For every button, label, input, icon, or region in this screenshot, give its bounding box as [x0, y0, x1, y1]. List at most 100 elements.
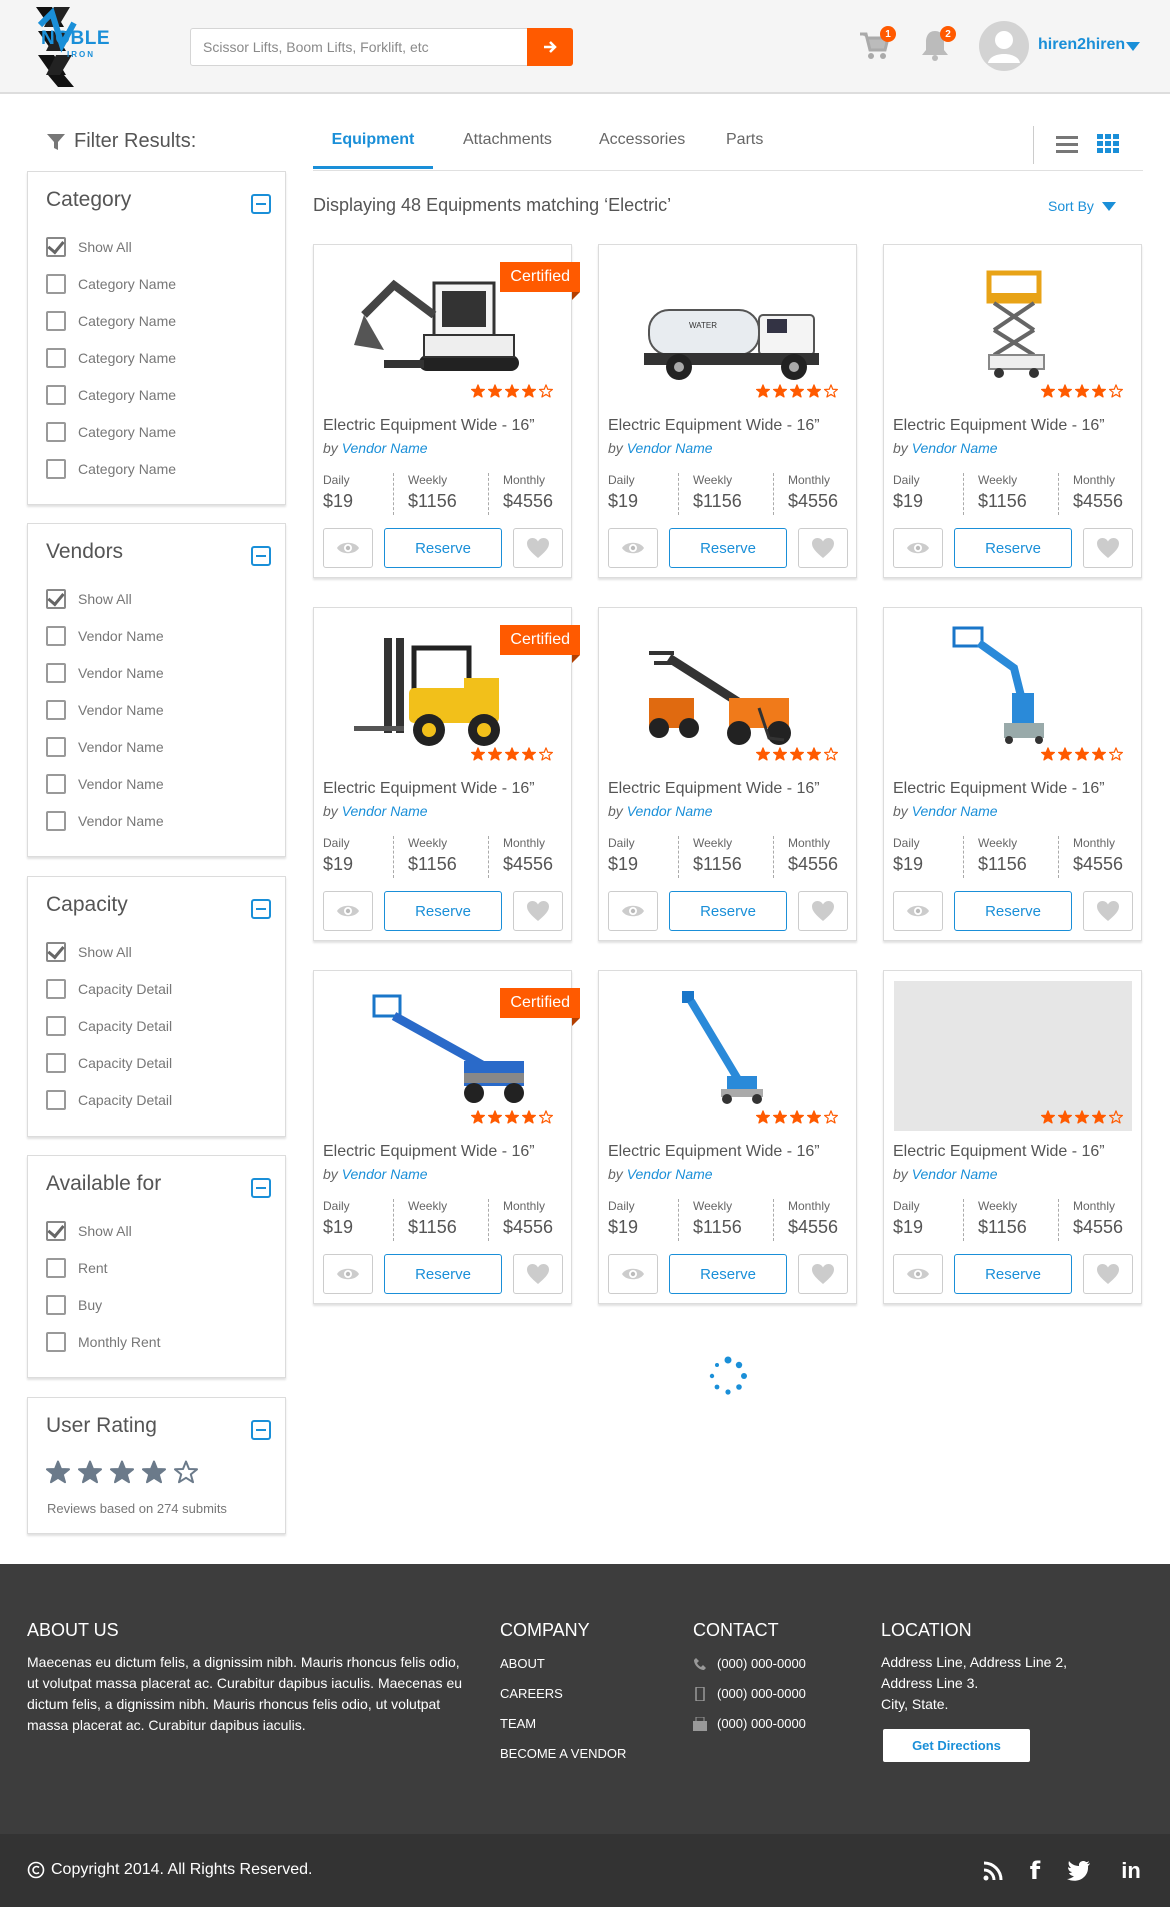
reserve-button[interactable]: Reserve — [384, 528, 502, 568]
checkbox[interactable] — [46, 979, 66, 999]
equipment-title[interactable]: Electric Equipment Wide - 16” — [323, 417, 535, 435]
vendor-link[interactable]: Vendor Name — [342, 803, 428, 819]
equipment-title[interactable]: Electric Equipment Wide - 16” — [608, 1143, 820, 1161]
checkbox[interactable] — [46, 663, 66, 683]
checkbox[interactable] — [46, 700, 66, 720]
filter-option[interactable]: Show All — [46, 1220, 132, 1242]
facebook-icon[interactable]: f — [1020, 1856, 1050, 1886]
equipment-card[interactable]: Certified Electric Equipment Wide - 16” by… — [313, 607, 580, 941]
equipment-image[interactable] — [894, 981, 1132, 1131]
list-view-icon[interactable] — [1056, 134, 1078, 154]
equipment-title[interactable]: Electric Equipment Wide - 16” — [323, 1143, 535, 1161]
favorite-button[interactable] — [1083, 891, 1133, 931]
filter-option[interactable]: Category Name — [46, 458, 176, 480]
filter-option[interactable]: Category Name — [46, 310, 176, 332]
equipment-card[interactable]: Certified Electric Equipment Wide - 16” by… — [313, 970, 580, 1304]
cart-button[interactable]: 1 — [858, 26, 898, 68]
equipment-image[interactable]: WATER — [609, 255, 847, 405]
vendor-link[interactable]: Vendor Name — [627, 440, 713, 456]
favorite-button[interactable] — [513, 891, 563, 931]
vendor-link[interactable]: Vendor Name — [912, 803, 998, 819]
reserve-button[interactable]: Reserve — [669, 528, 787, 568]
linkedin-icon[interactable]: in — [1116, 1856, 1146, 1886]
checkbox[interactable] — [46, 1053, 66, 1073]
twitter-icon[interactable] — [1064, 1856, 1094, 1886]
footer-link-become-vendor[interactable]: BECOME A VENDOR — [500, 1746, 626, 1761]
footer-link-careers[interactable]: CAREERS — [500, 1686, 563, 1701]
collapse-toggle-icon[interactable] — [251, 899, 271, 919]
filter-option[interactable]: Capacity Detail — [46, 1089, 172, 1111]
equipment-card[interactable]: Certified Electric Equipment Wide - 16” by… — [313, 244, 580, 578]
avatar[interactable] — [979, 21, 1029, 71]
tab-attachments[interactable]: Attachments — [463, 131, 552, 166]
quick-view-button[interactable] — [323, 891, 373, 931]
checkbox[interactable] — [46, 459, 66, 479]
username-label[interactable]: hiren2hiren — [1038, 36, 1125, 54]
checkbox[interactable] — [46, 274, 66, 294]
filter-option[interactable]: Vendor Name — [46, 662, 164, 684]
checkbox[interactable] — [46, 774, 66, 794]
favorite-button[interactable] — [513, 528, 563, 568]
checkbox[interactable] — [46, 811, 66, 831]
checkbox[interactable] — [46, 385, 66, 405]
filter-option[interactable]: Vendor Name — [46, 625, 164, 647]
equipment-title[interactable]: Electric Equipment Wide - 16” — [893, 780, 1105, 798]
favorite-button[interactable] — [798, 528, 848, 568]
checkbox[interactable] — [46, 422, 66, 442]
reserve-button[interactable]: Reserve — [669, 1254, 787, 1294]
checkbox[interactable] — [46, 311, 66, 331]
vendor-link[interactable]: Vendor Name — [627, 803, 713, 819]
footer-link-team[interactable]: TEAM — [500, 1716, 536, 1731]
reserve-button[interactable]: Reserve — [384, 891, 502, 931]
vendor-link[interactable]: Vendor Name — [627, 1166, 713, 1182]
vendor-link[interactable]: Vendor Name — [912, 1166, 998, 1182]
equipment-card[interactable]: Electric Equipment Wide - 16” by Vendor N… — [598, 970, 857, 1304]
get-directions-button[interactable]: Get Directions — [883, 1729, 1030, 1762]
equipment-card[interactable]: Electric Equipment Wide - 16” by Vendor N… — [883, 607, 1142, 941]
checkbox[interactable] — [46, 942, 66, 962]
footer-link-about[interactable]: ABOUT — [500, 1656, 545, 1671]
filter-option[interactable]: Rent — [46, 1257, 108, 1279]
tab-parts[interactable]: Parts — [726, 131, 763, 166]
equipment-image[interactable] — [609, 981, 847, 1131]
quick-view-button[interactable] — [893, 528, 943, 568]
checkbox[interactable] — [46, 348, 66, 368]
checkbox[interactable] — [46, 1258, 66, 1278]
notifications-button[interactable]: 2 — [918, 26, 958, 68]
checkbox[interactable] — [46, 237, 66, 257]
rating-filter-stars[interactable] — [46, 1460, 198, 1484]
quick-view-button[interactable] — [608, 891, 658, 931]
filter-option[interactable]: Buy — [46, 1294, 102, 1316]
favorite-button[interactable] — [798, 1254, 848, 1294]
collapse-toggle-icon[interactable] — [251, 194, 271, 214]
vendor-link[interactable]: Vendor Name — [912, 440, 998, 456]
grid-view-icon[interactable] — [1097, 134, 1119, 154]
checkbox[interactable] — [46, 1016, 66, 1036]
collapse-toggle-icon[interactable] — [251, 1420, 271, 1440]
equipment-image[interactable] — [894, 618, 1132, 768]
tab-equipment[interactable]: Equipment — [313, 131, 433, 169]
equipment-card[interactable]: Electric Equipment Wide - 16” by Vendor N… — [883, 970, 1142, 1304]
filter-option[interactable]: Vendor Name — [46, 699, 164, 721]
equipment-title[interactable]: Electric Equipment Wide - 16” — [323, 780, 535, 798]
reserve-button[interactable]: Reserve — [954, 528, 1072, 568]
equipment-card[interactable]: Electric Equipment Wide - 16” by Vendor N… — [883, 244, 1142, 578]
filter-option[interactable]: Category Name — [46, 347, 176, 369]
equipment-title[interactable]: Electric Equipment Wide - 16” — [893, 1143, 1105, 1161]
sort-by-dropdown[interactable]: Sort By — [1048, 198, 1116, 214]
quick-view-button[interactable] — [893, 1254, 943, 1294]
filter-option[interactable]: Category Name — [46, 273, 176, 295]
equipment-title[interactable]: Electric Equipment Wide - 16” — [608, 780, 820, 798]
checkbox[interactable] — [46, 626, 66, 646]
filter-option[interactable]: Show All — [46, 941, 132, 963]
checkbox[interactable] — [46, 737, 66, 757]
reserve-button[interactable]: Reserve — [954, 891, 1072, 931]
filter-option[interactable]: Show All — [46, 236, 132, 258]
filter-option[interactable]: Vendor Name — [46, 736, 164, 758]
checkbox[interactable] — [46, 1332, 66, 1352]
filter-option[interactable]: Category Name — [46, 421, 176, 443]
favorite-button[interactable] — [798, 891, 848, 931]
equipment-title[interactable]: Electric Equipment Wide - 16” — [893, 417, 1105, 435]
search-input[interactable] — [191, 29, 526, 65]
checkbox[interactable] — [46, 1295, 66, 1315]
